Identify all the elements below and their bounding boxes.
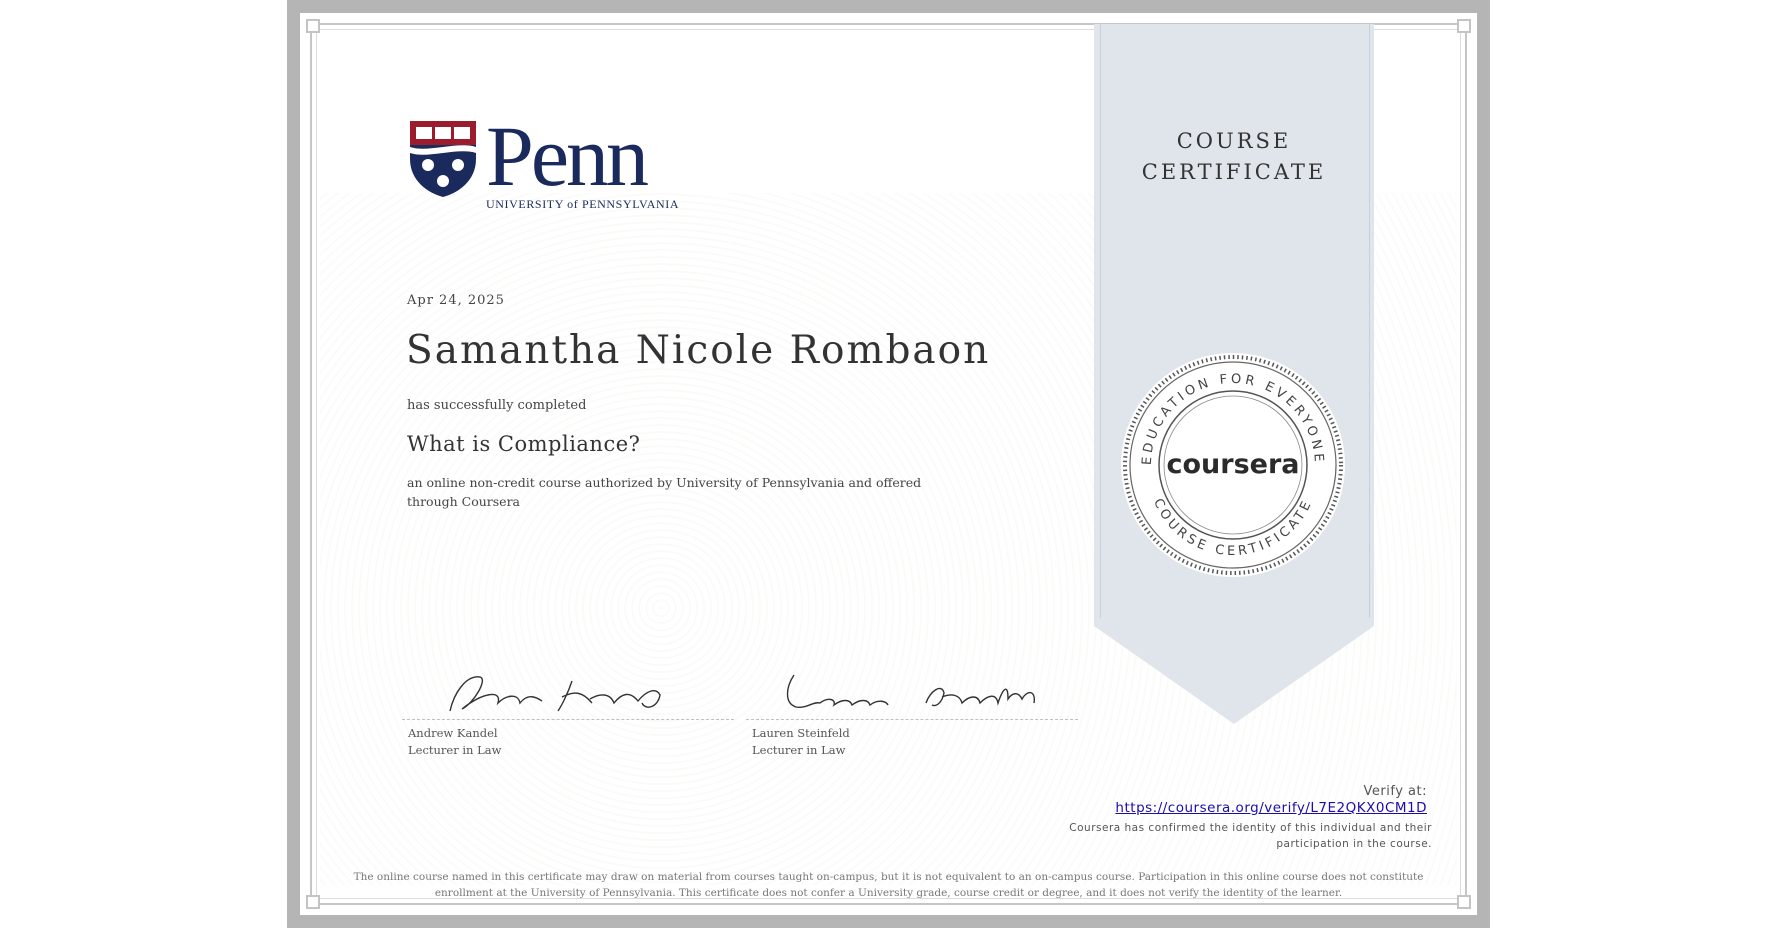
signatory-2-name: Lauren Steinfeld: [752, 726, 850, 740]
completed-text: has successfully completed: [407, 398, 587, 413]
signatory-1-name: Andrew Kandel: [408, 726, 498, 740]
corner-ornament-bottom-right: [1457, 895, 1471, 909]
certificate-paper: Penn UNIVERSITY of PENNSYLVANIA Apr 24, …: [300, 13, 1477, 915]
coursera-seal: EDUCATION FOR EVERYONE COURSE CERTIFICAT…: [1121, 353, 1345, 577]
signature-block-1: Andrew Kandel Lecturer in Law: [402, 663, 734, 757]
coursera-logo-text: coursera: [1166, 449, 1299, 480]
verify-label: Verify at:: [1363, 784, 1427, 799]
penn-subtitle: UNIVERSITY of PENNSYLVANIA: [486, 197, 680, 211]
course-description: an online non-credit course authorized b…: [407, 475, 922, 509]
signatory-2-title: Lecturer in Law: [752, 743, 846, 757]
penn-shield-icon: [410, 121, 476, 197]
corner-ornament-bottom-left: [306, 895, 320, 909]
recipient-name: Samantha Nicole Rombaon: [406, 328, 991, 373]
disclaimer-text: The online course named in this certific…: [353, 871, 1424, 899]
signature-1-image: [402, 663, 734, 719]
ribbon-title: COURSE CERTIFICATE: [1094, 126, 1374, 188]
corner-ornament-top-left: [306, 19, 320, 33]
course-title: What is Compliance?: [407, 432, 641, 456]
verify-note: Coursera has confirmed the identity of t…: [1069, 822, 1432, 850]
corner-ornament-top-right: [1457, 19, 1471, 33]
signature-block-2: Lauren Steinfeld Lecturer in Law: [746, 663, 1078, 757]
verify-link[interactable]: https://coursera.org/verify/L7E2QKX0CM1D: [1115, 800, 1427, 816]
verify-section: Verify at: https://coursera.org/verify/L…: [1115, 784, 1427, 816]
ribbon-title-line2: CERTIFICATE: [1141, 160, 1327, 184]
penn-wordmark: Penn: [486, 108, 649, 204]
signatory-1-title: Lecturer in Law: [408, 743, 502, 757]
ribbon-title-line1: COURSE: [1176, 129, 1292, 153]
issue-date: Apr 24, 2025: [407, 293, 505, 308]
penn-logo: Penn UNIVERSITY of PENNSYLVANIA: [408, 108, 679, 211]
signature-2-image: [746, 663, 1078, 719]
